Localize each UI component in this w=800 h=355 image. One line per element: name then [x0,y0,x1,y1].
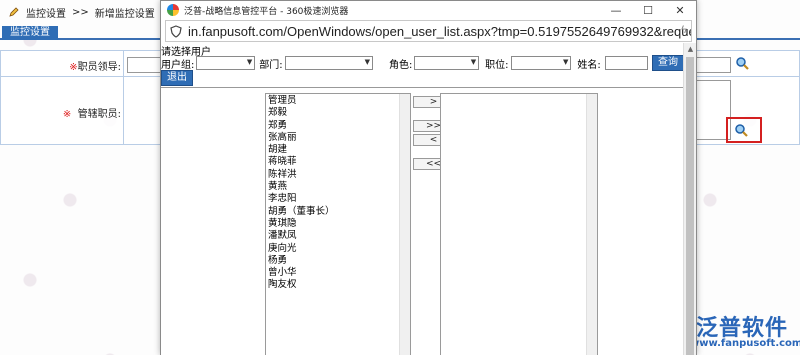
breadcrumb-item-new: 新增监控设置 [94,8,155,20]
popup-content: 请选择用户 用户组: 部门: 角色: 职位: 姓名: 查询 退出 管理员 郑毅 … [161,43,684,355]
list-item[interactable]: 庚向光 [268,243,410,255]
exit-button[interactable]: 退出 [161,70,193,86]
list-item[interactable]: 陶友权 [268,279,410,291]
search-icon[interactable] [735,56,749,70]
staff-label: ※ 管辖职员: [62,109,121,120]
user-group-label: 用户组: [161,59,195,71]
list-item[interactable]: 杨勇 [268,255,410,267]
window-title: 泛普-战略信息管控平台 - 360极速浏览器 [184,6,349,17]
shield-icon [170,24,182,38]
list-item[interactable]: 管理员 [268,95,410,107]
list-item[interactable]: 黄琪隐 [268,218,410,230]
close-button[interactable]: ✕ [664,1,696,19]
list-item[interactable]: 黄燕 [268,181,410,193]
address-text: in.fanpusoft.com/OpenWindows/open_user_l… [188,23,692,39]
list-scrollbar[interactable] [586,94,597,355]
filter-bar: 用户组: 部门: 角色: 职位: 姓名: 查询 [161,53,684,73]
minimize-button[interactable]: — [600,1,632,19]
browser-logo-icon [167,4,179,16]
popup-titlebar[interactable]: 泛普-战略信息管控平台 - 360极速浏览器 — ☐ ✕ [161,1,696,19]
pencil-icon [9,7,19,17]
position-select[interactable] [510,56,572,70]
list-item[interactable]: 郑勇 [268,120,410,132]
role-select[interactable] [414,56,480,70]
list-item[interactable]: 郑毅 [268,107,410,119]
query-button[interactable]: 查询 [652,55,684,71]
scrollbar-thumb[interactable] [686,57,694,355]
available-users-list[interactable]: 管理员 郑毅 郑勇 张高丽 胡建 蒋晓菲 陈祥洪 黄燕 李忠阳 胡勇（董事长） … [265,93,411,355]
user-select-popup: 泛普-战略信息管控平台 - 360极速浏览器 — ☐ ✕ in.fanpusof… [160,0,697,355]
list-item[interactable]: 陈祥洪 [268,169,410,181]
department-label: 部门: [259,59,283,71]
name-label: 姓名: [577,59,601,71]
highlight-box [726,117,762,143]
list-item[interactable]: 曾小华 [268,267,410,279]
scroll-up-icon[interactable]: ▲ [684,43,697,55]
leader-label: ※职员领导: [69,62,121,73]
list-item[interactable]: 张高丽 [268,132,410,144]
list-scrollbar[interactable] [399,94,410,355]
breadcrumb-item-monitor[interactable]: 监控设置 [26,5,66,20]
address-bar[interactable]: in.fanpusoft.com/OpenWindows/open_user_l… [165,20,692,42]
divider [161,87,684,88]
list-item[interactable]: 蒋晓菲 [268,156,410,168]
department-select[interactable] [284,56,373,70]
required-mark: ※ [69,62,78,73]
maximize-button[interactable]: ☐ [632,1,664,19]
list-item[interactable]: 胡勇（董事长） [268,206,410,218]
tab-monitor-settings[interactable]: 监控设置 [2,26,58,40]
selected-users-list[interactable] [440,93,598,355]
column-divider [123,51,124,145]
breadcrumb-separator: >> [72,6,89,18]
role-label: 角色: [389,59,413,71]
name-input[interactable] [604,56,648,70]
list-item[interactable]: 胡建 [268,144,410,156]
lightning-icon[interactable]: ϟ [681,24,687,36]
list-item[interactable]: 李忠阳 [268,193,410,205]
watermark-url: www.fanpusoft.com [690,338,800,349]
leader-input-right[interactable] [691,57,731,73]
position-label: 职位: [485,59,509,71]
user-group-select[interactable] [196,56,256,70]
list-item[interactable]: 潘默凤 [268,230,410,242]
staff-textarea[interactable] [691,80,731,140]
page-scrollbar[interactable]: ▲ [683,43,696,355]
